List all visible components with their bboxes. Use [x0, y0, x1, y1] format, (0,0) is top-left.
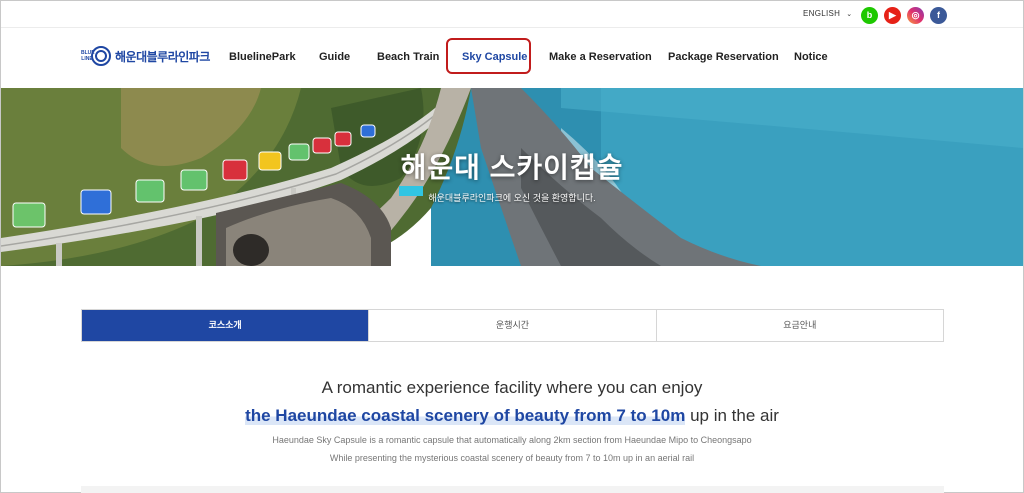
nav-item-beach-train[interactable]: Beach Train — [377, 51, 439, 63]
intro-heading-line2: the Haeundae coastal scenery of beauty f… — [0, 406, 1024, 426]
tab-operating-hours[interactable]: 운행시간 — [369, 310, 657, 341]
chevron-down-icon: ⌄ — [846, 11, 853, 18]
intro-heading-line1: A romantic experience facility where you… — [321, 378, 703, 397]
language-label: ENGLISH — [803, 9, 841, 18]
nav-item-guide[interactable]: Guide — [319, 51, 350, 63]
nav-item-make-reservation[interactable]: Make a Reservation — [549, 51, 652, 63]
youtube-icon[interactable]: ▶ — [884, 7, 901, 24]
nav-item-bluelinepark[interactable]: BluelinePark — [229, 51, 296, 63]
intro-description-line1: Haeundae Sky Capsule is a romantic capsu… — [272, 435, 752, 445]
tab-course-intro[interactable]: 코스소개 — [82, 310, 370, 341]
tab-fare-info[interactable]: 요금안내 — [656, 310, 943, 341]
nav-item-notice[interactable]: Notice — [794, 51, 828, 63]
logo-text: 해운대블루라인파크 — [115, 49, 210, 64]
facebook-icon[interactable]: f — [930, 7, 947, 24]
hero-banner: 해운대 스카이캡슐 해운대블루라인파크에 오신 것을 환영합니다. — [1, 88, 1023, 266]
instagram-icon[interactable]: ◎ — [907, 7, 924, 24]
content-section-divider — [81, 486, 944, 493]
main-navigation: BLUE LINE 해운대블루라인파크 BluelinePark Guide B… — [1, 28, 1023, 88]
hero-title: 해운대 스카이캡슐 — [400, 152, 624, 183]
intro-description-line2: While presenting the mysterious coastal … — [329, 453, 695, 463]
content-tabs: 코스소개 운행시간 요금안내 — [81, 309, 944, 342]
site-logo[interactable]: BLUE LINE 해운대블루라인파크 — [81, 41, 210, 71]
intro-highlight-text: the Haeundae coastal scenery of beauty f… — [245, 406, 686, 425]
language-selector[interactable]: ENGLISH ⌄ — [803, 9, 852, 18]
intro-rest-text: up in the air — [685, 406, 779, 425]
top-utility-bar: ENGLISH ⌄ b ▶ ◎ f — [1, 1, 1023, 28]
nav-item-package-reservation[interactable]: Package Reservation — [668, 51, 779, 63]
logo-mark-icon: BLUE LINE — [81, 44, 111, 68]
hero-subtitle: 해운대블루라인파크에 오신 것을 환영합니다. — [428, 193, 596, 203]
nav-item-sky-capsule[interactable]: Sky Capsule — [462, 51, 527, 63]
blog-icon[interactable]: b — [861, 7, 878, 24]
